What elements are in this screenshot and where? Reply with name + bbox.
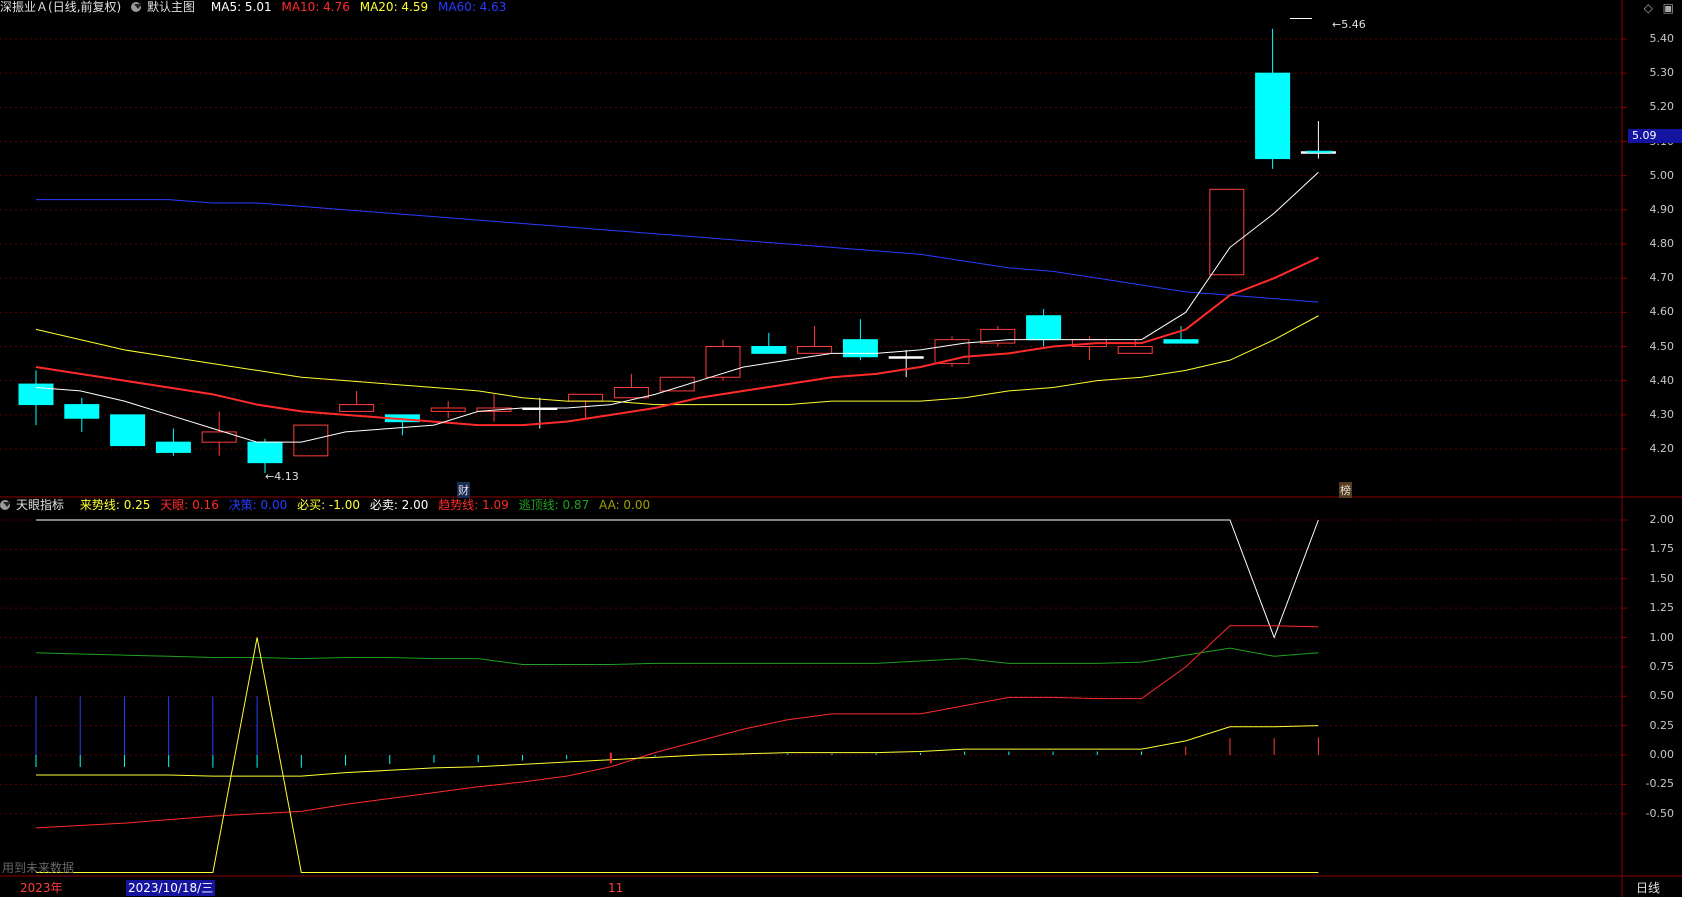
candle-body-down [155,441,191,453]
candle-body-up [1209,188,1245,276]
price-tick-label: 4.30 [1649,407,1675,421]
price-tick-label: 4.50 [1649,339,1675,353]
price-tick-label: 5.00 [1649,168,1675,182]
price-tick-label: 5.40 [1649,32,1675,45]
ranking-marker[interactable]: 榜 [1339,482,1352,498]
candle-body-down [1255,72,1291,160]
candle-body-up [797,346,833,354]
high-value: 5.46 [1341,18,1366,31]
candle-body-down [1163,339,1199,344]
candle-body-up [339,404,375,412]
current-price-value: 5.09 [1632,129,1657,142]
candle-body-up [705,346,741,378]
candle-body-down [64,404,100,419]
low-value: 4.13 [274,470,299,483]
current-price-tag: 5.09 [1628,129,1682,143]
future-data-note: 用到未来数据 [2,861,75,875]
laishi-line [36,725,1319,777]
finance-marker[interactable]: 财 [457,482,470,498]
price-tick-label: 4.90 [1649,202,1675,216]
indicator-tick-label: -0.25 [1645,777,1674,791]
candle-body-down [842,339,878,358]
high-label: ←5.46 [1332,18,1366,31]
price-tick-label: 5.20 [1649,100,1675,114]
candle-body-up [613,387,649,399]
escape-line [35,647,1319,666]
indicator-tick-label: 2.00 [1649,513,1675,526]
price-tick-label: 4.20 [1649,442,1675,455]
candle-body-up [430,407,466,412]
price-tick-label: 5.30 [1649,66,1675,80]
low-label: ←4.13 [265,470,299,483]
candle-body-up [1117,346,1153,354]
ma5-line [35,171,1319,443]
indicator-tick-label: 1.00 [1649,630,1675,644]
indicator-tick-label: 0.25 [1649,718,1675,732]
candle-body-down [110,414,146,447]
candle-body-up [201,431,237,443]
trend-line [35,625,1319,829]
indicator-tick-label: 0.00 [1649,748,1675,761]
indicator-tick-label: 1.75 [1649,542,1675,556]
candle-body-down [751,346,787,354]
period-button[interactable]: 日线 [1636,880,1660,896]
price-tick-label: 4.60 [1649,305,1675,319]
indicator-tick-label: 0.50 [1649,689,1675,703]
kline-chart[interactable] [0,0,1682,897]
indicator-tick-label: 1.50 [1649,571,1675,585]
cursor-date: 2023/10/18/三 [126,880,216,896]
candle-body-up [568,393,604,402]
candle-body-down [247,441,283,464]
price-tick-label: 4.70 [1649,271,1675,285]
month-label: 11 [608,881,624,895]
candle-body-down [18,383,54,406]
year-label: 2023年 [20,881,63,895]
indicator-tick-label: 1.25 [1649,601,1675,615]
indicator-tick-label: 0.75 [1649,659,1675,673]
price-tick-label: 4.40 [1649,373,1675,387]
candle-body-down [1026,315,1062,341]
candle-body-down [888,356,924,359]
ma60-line [36,199,1319,303]
indicator-tick-label: -0.50 [1645,806,1674,820]
price-tick-label: 4.80 [1649,237,1675,250]
